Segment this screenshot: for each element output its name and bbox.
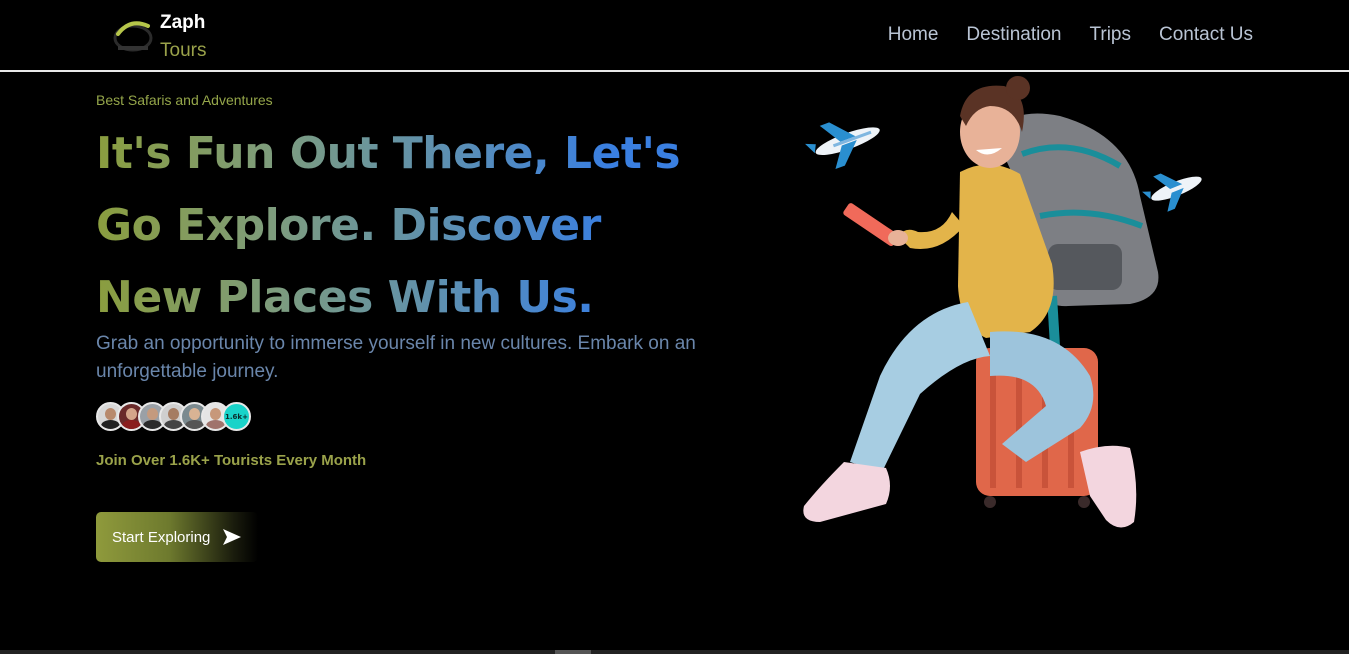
headline-line-2: Go Explore. Discover bbox=[96, 200, 601, 251]
hero-headline: It's Fun Out There, Let's Go Explore. Di… bbox=[96, 118, 696, 334]
avatar-count-badge: 1.6k+ bbox=[222, 402, 251, 431]
nav-trips[interactable]: Trips bbox=[1089, 24, 1131, 46]
headline-line-3: New Places With Us. bbox=[96, 272, 594, 323]
logo-emblem-icon bbox=[113, 21, 153, 52]
brand-name-line2: Tours bbox=[160, 40, 207, 61]
airplane-icon bbox=[805, 122, 880, 170]
tourist-avatars: 1.6k+ bbox=[96, 402, 251, 431]
landing-page: Zaph Tours Home Destination Trips Contac… bbox=[0, 0, 1349, 654]
send-arrow-icon bbox=[223, 529, 242, 545]
hero-subtext: Grab an opportunity to immerse yourself … bbox=[96, 333, 696, 382]
headline-line-1: It's Fun Out There, Let's bbox=[96, 128, 681, 179]
join-stat-text: Join Over 1.6K+ Tourists Every Month bbox=[96, 452, 367, 469]
brand-logo[interactable]: Zaph Tours bbox=[110, 10, 220, 66]
horizontal-scrollbar[interactable] bbox=[0, 650, 1349, 654]
site-header: Zaph Tours Home Destination Trips Contac… bbox=[0, 0, 1349, 72]
nav-destination[interactable]: Destination bbox=[966, 24, 1061, 46]
main-nav: Home Destination Trips Contact Us bbox=[888, 24, 1253, 46]
nav-contact-us[interactable]: Contact Us bbox=[1159, 24, 1253, 46]
airplane-icon bbox=[1142, 173, 1202, 212]
brand-name-line1: Zaph bbox=[160, 12, 206, 33]
scrollbar-thumb[interactable] bbox=[555, 650, 591, 654]
nav-home[interactable]: Home bbox=[888, 24, 939, 46]
start-exploring-button[interactable]: Start Exploring bbox=[96, 512, 258, 562]
hero-tagline: Best Safaris and Adventures bbox=[96, 92, 273, 108]
traveler-illustration bbox=[803, 76, 1202, 528]
cta-label: Start Exploring bbox=[112, 528, 211, 546]
